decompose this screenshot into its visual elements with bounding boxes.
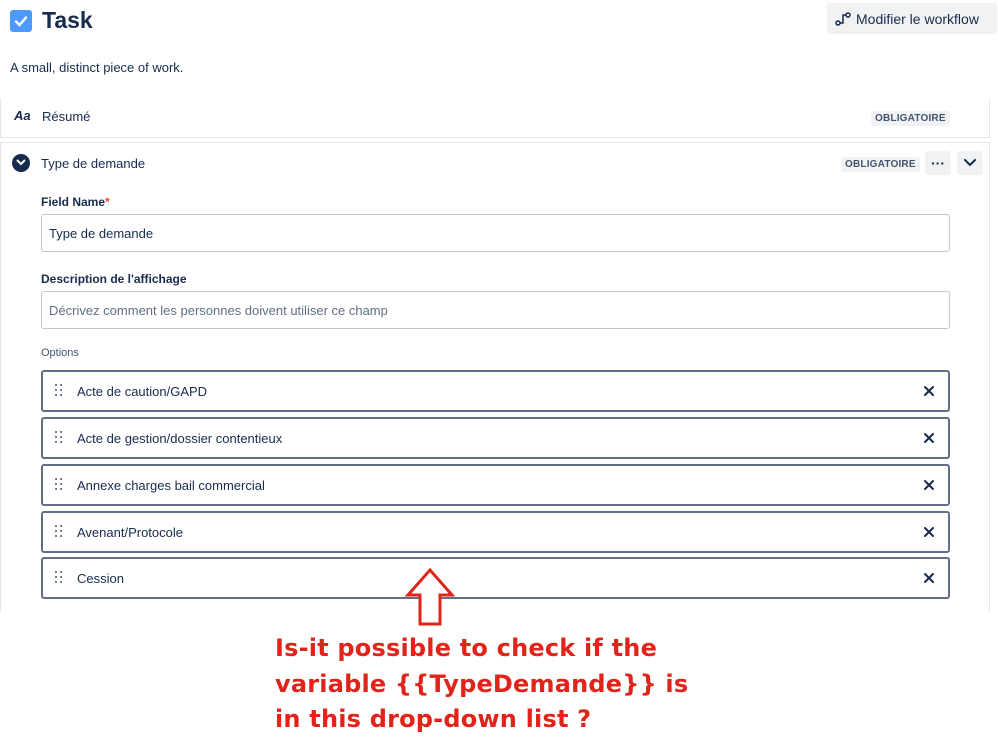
options-label: Options (41, 347, 79, 359)
field-label-resume: Résumé (42, 109, 91, 124)
annotation-line: Is-it possible to check if the (275, 634, 658, 662)
option-item[interactable]: Acte de caution/GAPD (41, 370, 950, 412)
header: Task Modifier le workflow (10, 3, 998, 36)
drag-handle-icon[interactable] (55, 384, 63, 397)
annotation-question: Is-it possible to check if the variable … (275, 631, 695, 738)
option-label[interactable]: Avenant/Protocole (77, 525, 183, 540)
text-field-icon: Aa (14, 108, 31, 123)
required-badge: OBLIGATOIRE (871, 111, 950, 126)
annotation-line: variable {{TypeDemande}} is (275, 669, 689, 698)
option-label[interactable]: Acte de caution/GAPD (77, 384, 207, 399)
expand-toggle-button[interactable] (957, 151, 983, 175)
drag-handle-icon[interactable] (55, 525, 63, 538)
drag-handle-icon[interactable] (55, 431, 63, 444)
remove-option-icon[interactable] (922, 571, 936, 585)
edit-workflow-button[interactable]: Modifier le workflow (827, 3, 997, 34)
field-name-label: Field Name* (41, 195, 110, 209)
option-item[interactable]: Cession (41, 557, 950, 599)
option-item[interactable]: Avenant/Protocole (41, 511, 950, 553)
issue-type-description: A small, distinct piece of work. (10, 60, 184, 75)
remove-option-icon[interactable] (922, 384, 936, 398)
edit-workflow-label: Modifier le workflow (856, 10, 979, 27)
display-description-input[interactable] (41, 291, 950, 329)
remove-option-icon[interactable] (922, 525, 936, 539)
option-label[interactable]: Acte de gestion/dossier contentieux (77, 431, 282, 446)
option-item[interactable]: Acte de gestion/dossier contentieux (41, 417, 950, 459)
drag-handle-icon[interactable] (55, 571, 63, 584)
option-item[interactable]: Annexe charges bail commercial (41, 464, 950, 506)
display-description-label: Description de l'affichage (41, 272, 187, 286)
required-asterisk: * (105, 195, 110, 209)
chevron-down-icon (964, 159, 976, 167)
remove-option-icon[interactable] (922, 478, 936, 492)
collapse-chevron-icon[interactable] (12, 154, 30, 172)
field-name-input[interactable] (41, 214, 950, 252)
remove-option-icon[interactable] (922, 431, 936, 445)
more-actions-button[interactable]: ··· (925, 151, 951, 175)
task-checkbox-icon (10, 10, 32, 32)
option-label[interactable]: Annexe charges bail commercial (77, 478, 265, 493)
annotation-line: in this drop-down list ? (275, 705, 592, 733)
drag-handle-icon[interactable] (55, 478, 63, 491)
workflow-icon (835, 11, 851, 26)
annotation-up-arrow-icon (405, 568, 455, 626)
field-editor-type-de-demande: Type de demande OBLIGATOIRE ··· Field Na… (0, 142, 990, 612)
page-title: Task (42, 7, 93, 33)
required-badge: OBLIGATOIRE (841, 157, 920, 172)
field-editor-title[interactable]: Type de demande (41, 156, 145, 171)
option-label[interactable]: Cession (77, 571, 124, 586)
field-row-resume[interactable]: Aa Résumé OBLIGATOIRE (0, 98, 990, 138)
